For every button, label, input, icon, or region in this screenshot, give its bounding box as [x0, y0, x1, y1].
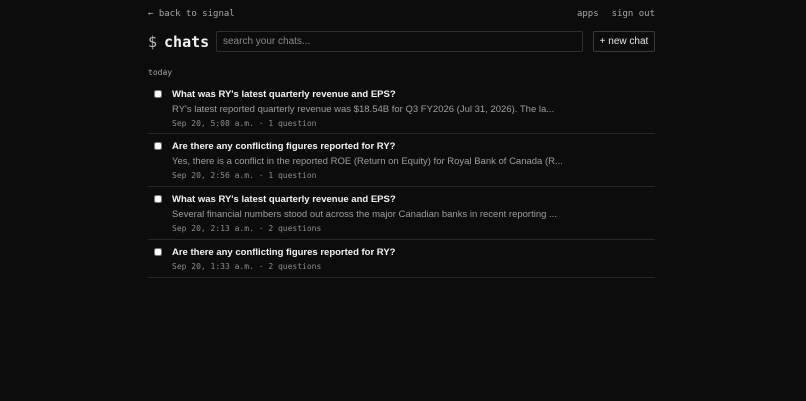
chat-list-item[interactable]: What was RY's latest quarterly revenue a… — [148, 187, 655, 240]
new-chat-button[interactable]: + new chat — [593, 31, 655, 52]
chat-list-item[interactable]: Are there any conflicting figures report… — [148, 240, 655, 278]
chat-preview: RY's latest reported quarterly revenue w… — [172, 104, 555, 115]
chat-list-item[interactable]: What was RY's latest quarterly revenue a… — [148, 82, 655, 134]
top-nav-right: apps sign out — [577, 9, 655, 19]
chat-title[interactable]: Are there any conflicting figures report… — [172, 141, 395, 152]
chat-title[interactable]: Are there any conflicting figures report… — [172, 247, 395, 258]
chat-select-checkbox[interactable] — [154, 248, 162, 256]
apps-link[interactable]: apps — [577, 9, 599, 19]
chat-select-checkbox[interactable] — [154, 90, 162, 98]
chat-select-checkbox[interactable] — [154, 195, 162, 203]
chat-title[interactable]: What was RY's latest quarterly revenue a… — [172, 194, 396, 205]
section-label-today: today — [148, 68, 173, 77]
search-input[interactable] — [216, 31, 583, 52]
top-nav: ← back to signal apps sign out — [148, 9, 655, 21]
chats-header: $ chats + new chat — [148, 31, 655, 54]
chat-preview: Yes, there is a conflict in the reported… — [172, 156, 563, 167]
chat-list-item[interactable]: Are there any conflicting figures report… — [148, 134, 655, 187]
chat-meta: Sep 20, 2:56 a.m. · 1 question — [172, 171, 317, 180]
prompt-symbol: $ — [148, 33, 158, 51]
chat-select-checkbox[interactable] — [154, 142, 162, 150]
back-to-signal-link[interactable]: ← back to signal — [148, 9, 235, 19]
chat-meta: Sep 20, 1:33 a.m. · 2 questions — [172, 262, 322, 271]
chat-preview: Several financial numbers stood out acro… — [172, 209, 557, 220]
sign-out-link[interactable]: sign out — [612, 9, 655, 19]
page-title-text: chats — [164, 33, 210, 51]
chat-list: What was RY's latest quarterly revenue a… — [148, 82, 655, 278]
chat-meta: Sep 20, 5:08 a.m. · 1 question — [172, 119, 317, 128]
chat-title[interactable]: What was RY's latest quarterly revenue a… — [172, 89, 396, 100]
page-title: $ chats — [148, 33, 209, 51]
chat-meta: Sep 20, 2:13 a.m. · 2 questions — [172, 224, 322, 233]
